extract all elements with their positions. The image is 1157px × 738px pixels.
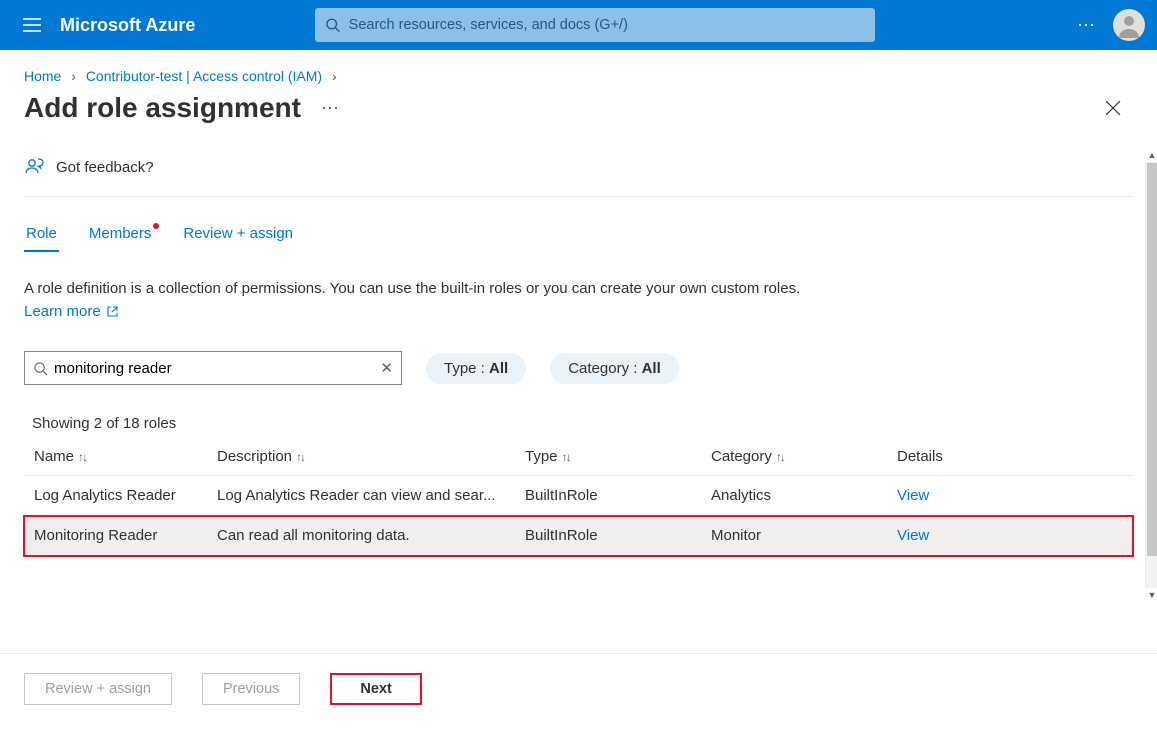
tab-label: Review + assign: [183, 225, 293, 242]
col-header-details: Details: [887, 438, 1133, 476]
feedback-icon: [24, 156, 46, 178]
view-link[interactable]: View: [897, 487, 929, 504]
user-avatar[interactable]: [1113, 9, 1145, 41]
cell-name: Monitoring Reader: [24, 516, 207, 556]
cell-description: Log Analytics Reader can view and sear..…: [207, 476, 515, 516]
learn-more-link[interactable]: Learn more: [24, 303, 118, 320]
global-search-input[interactable]: [349, 17, 866, 33]
hamburger-icon: [23, 18, 41, 32]
topbar-more-button[interactable]: ⋯: [1077, 15, 1097, 36]
scroll-down-icon[interactable]: ▼: [1146, 588, 1157, 602]
title-row: Add role assignment ⋯: [0, 88, 1157, 148]
chevron-right-icon: ›: [71, 68, 76, 84]
table-header-row: Name↑↓ Description↑↓ Type↑↓ Category↑↓ D…: [24, 438, 1133, 476]
tab-label: Role: [26, 225, 57, 242]
cell-details: View: [887, 516, 1133, 556]
view-link[interactable]: View: [897, 527, 929, 544]
roles-table: Name↑↓ Description↑↓ Type↑↓ Category↑↓ D…: [24, 438, 1133, 556]
review-assign-button[interactable]: Review + assign: [24, 673, 172, 705]
footer-bar: Review + assign Previous Next: [0, 653, 1157, 723]
col-header-name[interactable]: Name↑↓: [24, 438, 207, 476]
filter-type-pill[interactable]: Type : All: [426, 353, 526, 384]
close-icon: [1105, 100, 1121, 116]
external-link-icon: [107, 306, 118, 317]
tab-label: Members: [89, 225, 152, 242]
cell-type: BuiltInRole: [515, 476, 701, 516]
clear-search-button[interactable]: ✕: [380, 359, 393, 377]
cell-type: BuiltInRole: [515, 516, 701, 556]
user-icon: [1116, 12, 1142, 38]
description-text: A role definition is a collection of per…: [24, 280, 800, 297]
title-more-button[interactable]: ⋯: [321, 98, 340, 119]
page-title: Add role assignment: [24, 92, 301, 124]
tabs: Role Members Review + assign: [24, 197, 1133, 260]
hamburger-menu[interactable]: [12, 5, 52, 45]
main-content: Got feedback? Role Members Review + assi…: [0, 148, 1157, 738]
table-row[interactable]: Log Analytics Reader Log Analytics Reade…: [24, 476, 1133, 516]
chevron-right-icon: ›: [332, 68, 337, 84]
col-header-type[interactable]: Type↑↓: [515, 438, 701, 476]
breadcrumb-parent[interactable]: Contributor-test | Access control (IAM): [86, 68, 322, 84]
topbar-right: ⋯: [1077, 9, 1145, 41]
tab-role[interactable]: Role: [24, 225, 59, 252]
sort-icon: ↑↓: [562, 450, 570, 464]
alert-dot-icon: [153, 223, 159, 229]
close-button[interactable]: [1105, 100, 1133, 116]
cell-details: View: [887, 476, 1133, 516]
cell-category: Analytics: [701, 476, 887, 516]
scrollbar[interactable]: ▲ ▼: [1145, 162, 1157, 588]
cell-description: Can read all monitoring data.: [207, 516, 515, 556]
search-icon: [325, 17, 340, 33]
breadcrumb: Home › Contributor-test | Access control…: [0, 50, 1157, 88]
global-search[interactable]: [315, 8, 875, 42]
tab-members[interactable]: Members: [87, 225, 154, 252]
sort-icon: ↑↓: [296, 450, 304, 464]
sort-icon: ↑↓: [78, 450, 86, 464]
tab-review-assign[interactable]: Review + assign: [181, 225, 295, 252]
col-header-category[interactable]: Category↑↓: [701, 438, 887, 476]
brand-label[interactable]: Microsoft Azure: [60, 15, 195, 36]
col-header-description[interactable]: Description↑↓: [207, 438, 515, 476]
role-search[interactable]: ✕: [24, 351, 402, 385]
next-button[interactable]: Next: [330, 673, 421, 705]
scroll-up-icon[interactable]: ▲: [1146, 148, 1157, 162]
role-search-input[interactable]: [54, 360, 380, 377]
topbar: Microsoft Azure ⋯: [0, 0, 1157, 50]
search-icon: [33, 361, 48, 376]
sort-icon: ↑↓: [776, 450, 784, 464]
table-row[interactable]: Monitoring Reader Can read all monitorin…: [24, 516, 1133, 556]
cell-category: Monitor: [701, 516, 887, 556]
filter-category-pill[interactable]: Category : All: [550, 353, 679, 384]
previous-button[interactable]: Previous: [202, 673, 300, 705]
feedback-link[interactable]: Got feedback?: [24, 148, 1133, 197]
filter-row: ✕ Type : All Category : All: [24, 331, 1133, 391]
feedback-label: Got feedback?: [56, 159, 154, 176]
cell-name: Log Analytics Reader: [24, 476, 207, 516]
results-count: Showing 2 of 18 roles: [24, 391, 1133, 438]
scroll-thumb[interactable]: [1147, 163, 1157, 556]
tab-description: A role definition is a collection of per…: [24, 260, 804, 331]
breadcrumb-home[interactable]: Home: [24, 68, 61, 84]
